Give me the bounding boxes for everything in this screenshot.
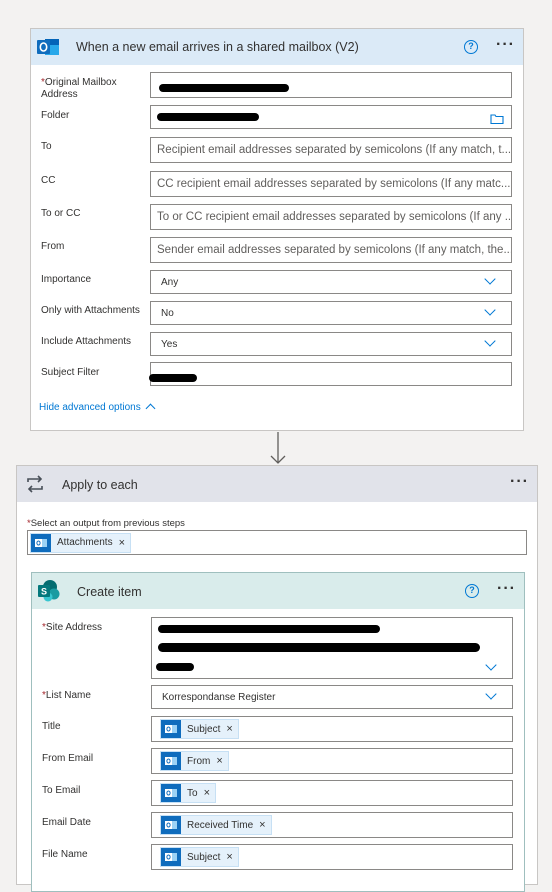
select-output-input[interactable]: Attachments ×: [27, 530, 527, 555]
importance-dropdown[interactable]: Any: [150, 270, 512, 294]
to-placeholder: Recipient email addresses separated by s…: [157, 144, 512, 156]
redaction: [157, 113, 259, 121]
outlook-icon: [36, 35, 60, 59]
subject-token[interactable]: Subject ×: [160, 719, 239, 739]
connector-arrow: [269, 432, 287, 466]
cc-placeholder: CC recipient email addresses separated b…: [157, 178, 511, 190]
from-token[interactable]: From ×: [160, 751, 229, 771]
remove-token-icon[interactable]: ×: [216, 755, 222, 767]
trigger-card: When a new email arrives in a shared mai…: [30, 28, 524, 431]
email-date-label: Email Date: [42, 817, 91, 828]
subject-token[interactable]: Subject ×: [160, 847, 239, 867]
loop-icon: [23, 472, 47, 496]
outlook-icon: [161, 720, 181, 738]
hide-advanced-options-link[interactable]: Hide advanced options: [39, 402, 141, 413]
outlook-icon: [161, 848, 181, 866]
to-email-label: To Email: [42, 785, 81, 796]
from-placeholder: Sender email addresses separated by semi…: [157, 244, 512, 256]
from-email-input[interactable]: From ×: [151, 748, 513, 774]
cc-label: CC: [41, 175, 56, 186]
to-or-cc-label: To or CC: [41, 208, 81, 219]
mailbox-label: *Original Mailbox Address: [41, 77, 117, 100]
more-options-icon[interactable]: ···: [510, 474, 529, 490]
redaction: [158, 643, 480, 652]
create-item-card: S Create item ? ··· *Site Address *List …: [31, 572, 525, 892]
outlook-icon: [31, 533, 51, 552]
folder-label: Folder: [41, 110, 70, 121]
to-label: To: [41, 141, 52, 152]
site-address-label: *Site Address: [42, 622, 103, 633]
remove-token-icon[interactable]: ×: [226, 851, 232, 863]
to-or-cc-placeholder: To or CC recipient email addresses separ…: [157, 211, 512, 223]
svg-text:S: S: [41, 587, 47, 597]
from-email-label: From Email: [42, 753, 94, 764]
subject-filter-label: Subject Filter: [41, 367, 100, 378]
create-item-header[interactable]: S Create item ? ···: [32, 573, 524, 609]
redaction: [149, 374, 197, 382]
include-attachments-label: Include Attachments: [41, 336, 132, 347]
help-icon[interactable]: ?: [464, 40, 478, 54]
outlook-icon: [161, 752, 181, 770]
list-name-dropdown[interactable]: Korrespondanse Register: [151, 685, 513, 709]
to-input[interactable]: Recipient email addresses separated by s…: [150, 137, 512, 163]
to-email-input[interactable]: To ×: [151, 780, 513, 806]
cc-input[interactable]: CC recipient email addresses separated b…: [150, 171, 512, 197]
importance-label: Importance: [41, 274, 92, 285]
create-item-title: Create item: [77, 585, 142, 599]
from-input[interactable]: Sender email addresses separated by semi…: [150, 237, 512, 263]
email-date-input[interactable]: Received Time ×: [151, 812, 513, 838]
remove-token-icon[interactable]: ×: [204, 787, 210, 799]
redaction: [159, 84, 289, 92]
include-attachments-value: Yes: [161, 338, 178, 350]
remove-token-icon[interactable]: ×: [119, 537, 125, 549]
redaction: [156, 663, 194, 671]
redaction: [158, 625, 380, 633]
attachments-token[interactable]: Attachments ×: [30, 532, 132, 553]
importance-value: Any: [161, 276, 179, 288]
trigger-header[interactable]: When a new email arrives in a shared mai…: [31, 29, 523, 65]
outlook-icon: [161, 784, 181, 802]
apply-each-title: Apply to each: [62, 478, 138, 492]
help-icon[interactable]: ?: [465, 584, 479, 598]
apply-each-card: Apply to each ··· *Select an output from…: [16, 465, 538, 892]
remove-token-icon[interactable]: ×: [226, 723, 232, 735]
more-options-icon[interactable]: ···: [496, 37, 515, 53]
attachments-only-value: No: [161, 307, 174, 319]
title-label: Title: [42, 721, 61, 732]
attachments-only-label: Only with Attachments: [41, 305, 140, 316]
remove-token-icon[interactable]: ×: [259, 819, 265, 831]
subject-filter-input[interactable]: [150, 362, 512, 386]
folder-picker-icon[interactable]: [490, 111, 504, 129]
select-output-label: *Select an output from previous steps: [27, 518, 185, 529]
attachments-only-dropdown[interactable]: No: [150, 301, 512, 325]
sharepoint-icon: S: [37, 579, 61, 603]
from-label: From: [41, 241, 65, 252]
trigger-title: When a new email arrives in a shared mai…: [76, 40, 359, 54]
title-input[interactable]: Subject ×: [151, 716, 513, 742]
more-options-icon[interactable]: ···: [497, 581, 516, 597]
apply-each-header[interactable]: Apply to each ···: [17, 466, 537, 502]
to-token[interactable]: To ×: [160, 783, 216, 803]
list-name-value: Korrespondanse Register: [162, 691, 276, 703]
to-or-cc-input[interactable]: To or CC recipient email addresses separ…: [150, 204, 512, 230]
list-name-label: *List Name: [42, 690, 91, 701]
include-attachments-dropdown[interactable]: Yes: [150, 332, 512, 356]
received-time-token[interactable]: Received Time ×: [160, 815, 272, 835]
outlook-icon: [161, 816, 181, 834]
file-name-input[interactable]: Subject ×: [151, 844, 513, 870]
chevron-up-icon[interactable]: [145, 403, 156, 414]
file-name-label: File Name: [42, 849, 88, 860]
